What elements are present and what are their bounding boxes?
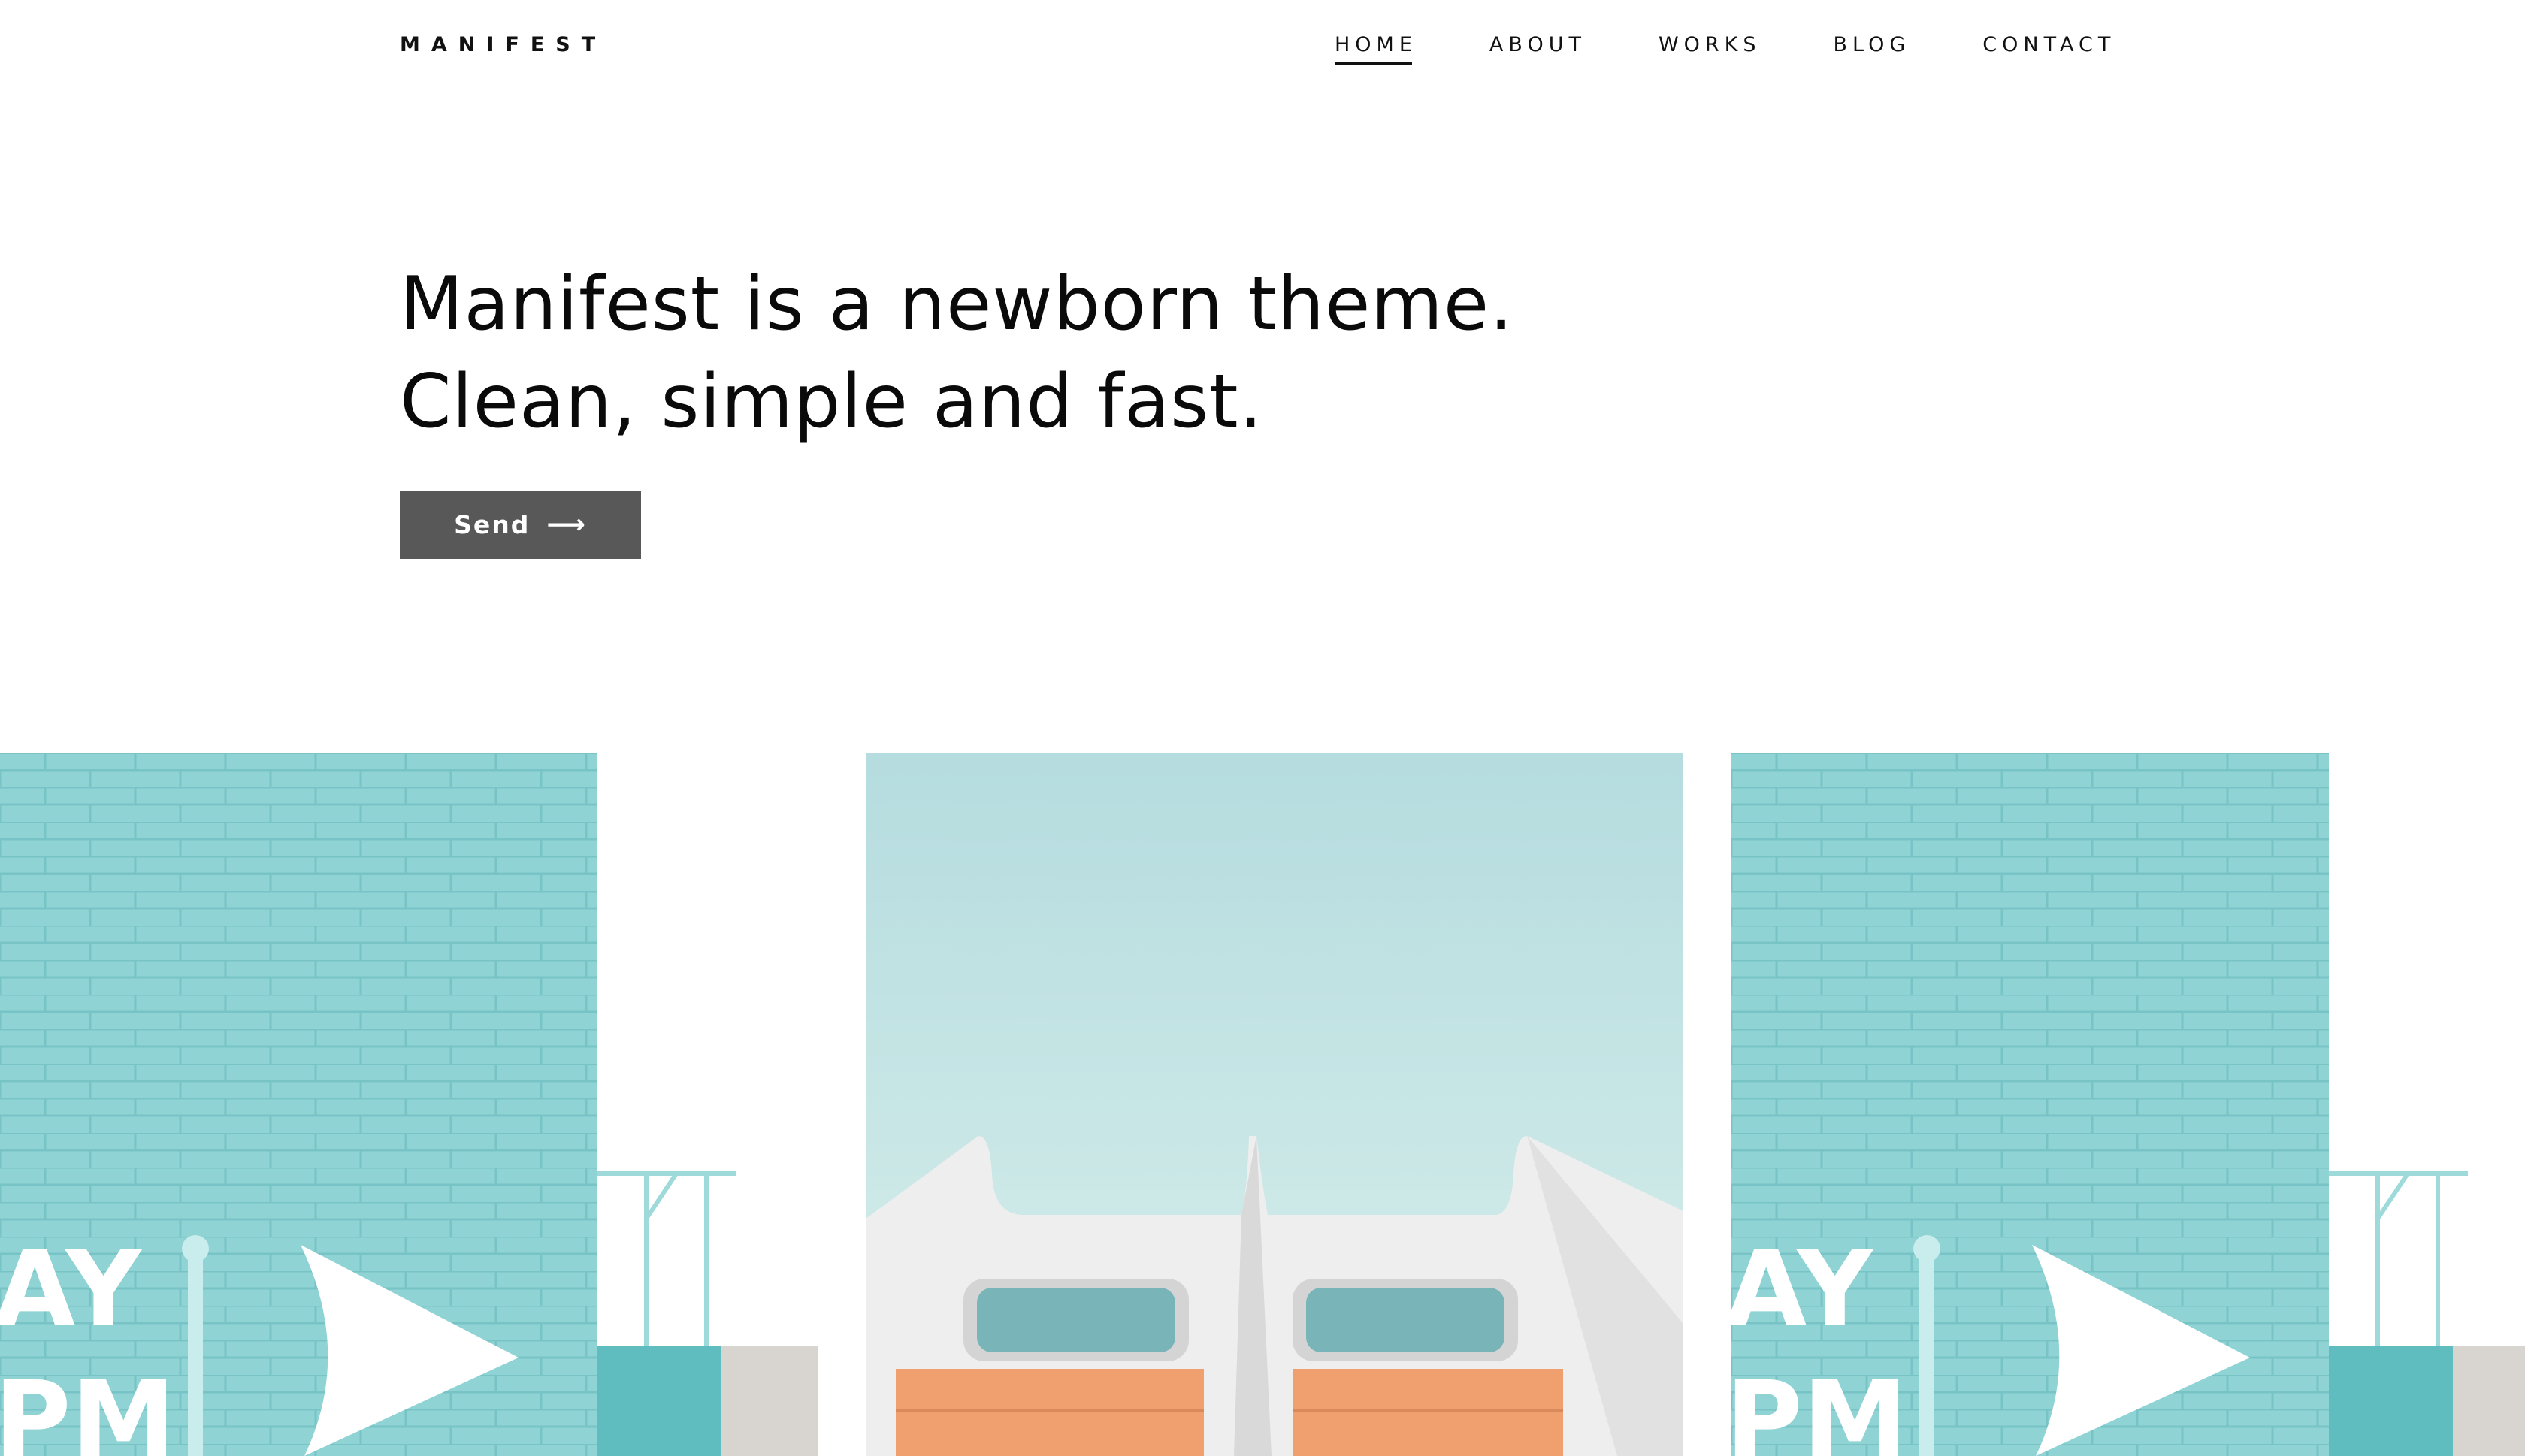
arrow-right-icon: ⟶	[546, 509, 587, 540]
hero-section: Manifest is a newborn theme. Clean, simp…	[400, 255, 1752, 451]
nav-item-contact[interactable]: CONTACT	[1982, 33, 2115, 57]
turquoise-brick-wall-photo-repeat[interactable]: AY PM	[1731, 753, 2525, 1456]
nav-item-blog[interactable]: BLOG	[1834, 33, 1911, 57]
main-nav: HOME ABOUT WORKS BLOG CONTACT	[1335, 33, 2115, 65]
wall-text-line-1-repeat: AY	[1731, 1228, 1874, 1351]
white-building-orange-panels-photo[interactable]	[866, 753, 1683, 1456]
wall-text-line-1: AY	[0, 1228, 143, 1351]
send-button[interactable]: Send ⟶	[400, 491, 641, 559]
turquoise-brick-wall-photo[interactable]: AY PM	[0, 753, 818, 1456]
brick-wall-image: AY PM	[0, 753, 818, 1456]
nav-item-works[interactable]: WORKS	[1659, 33, 1761, 57]
wall-text-line-2: PM	[0, 1359, 176, 1456]
image-gallery: AY PM AY PM	[0, 753, 2525, 1456]
wall-text-line-2-repeat: PM	[1731, 1359, 1907, 1456]
site-header: MANIFEST HOME ABOUT WORKS BLOG CONTACT	[0, 0, 2525, 90]
send-button-label: Send	[454, 510, 531, 539]
hero-headline-line-1: Manifest is a newborn theme.	[400, 261, 1514, 347]
nav-item-home[interactable]: HOME	[1335, 33, 1417, 65]
site-logo[interactable]: MANIFEST	[400, 33, 606, 57]
nav-item-about[interactable]: ABOUT	[1489, 33, 1586, 57]
building-image	[866, 753, 1683, 1456]
hero-headline-line-2: Clean, simple and fast.	[400, 359, 1263, 445]
brick-wall-image-repeat: AY PM	[1731, 753, 2525, 1456]
